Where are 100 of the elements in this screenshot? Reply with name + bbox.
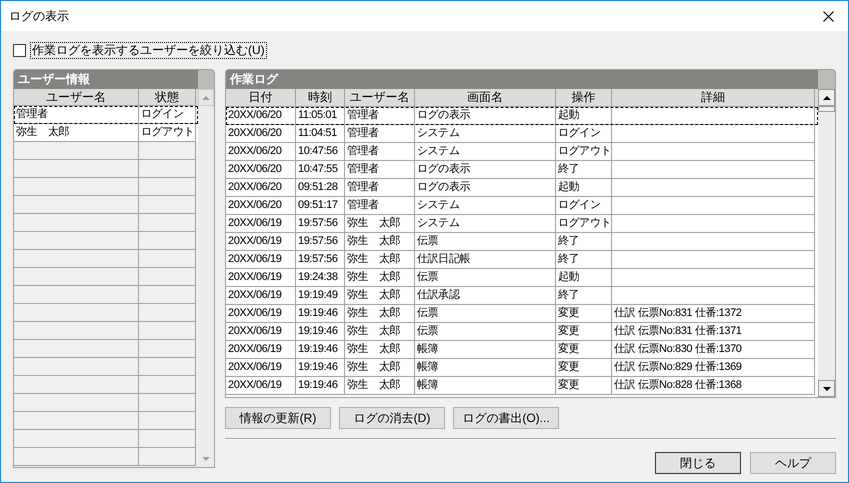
table-cell: 20XX/06/20 (228, 109, 282, 121)
table-cell: 伝票 (417, 271, 438, 283)
table-cell: 弥生 太郎 (347, 343, 400, 355)
down-arrow-icon (202, 456, 210, 460)
table-cell: 弥生 太郎 (347, 271, 400, 283)
table-row[interactable]: 20XX/06/19 19:19:46 弥生 太郎 帳簿 変更 仕訳 伝票No:828 仕番:1368 (226, 377, 818, 395)
table-cell: 19:19:49 (298, 289, 338, 301)
table-cell: 09:51:17 (298, 199, 338, 211)
table-cell: 19:19:46 (298, 325, 338, 337)
table-row[interactable]: 20XX/06/20 11:04:51 管理者 システム ログイン (226, 125, 818, 143)
table-cell: 弥生 太郎 (16, 126, 70, 138)
down-arrow-icon (822, 386, 830, 390)
table-cell: 20XX/06/19 (228, 343, 282, 355)
table-cell: 仕訳日記帳 (417, 253, 470, 265)
table-row[interactable]: 20XX/06/19 19:57:56 弥生 太郎 伝票 終了 (226, 233, 818, 251)
table-cell: 19:19:46 (298, 343, 338, 355)
dialog-button[interactable]: ヘルプ (750, 452, 836, 474)
table-cell: 起動 (558, 271, 580, 283)
scrollbar[interactable] (818, 89, 835, 397)
table-row[interactable]: 20XX/06/20 09:51:17 管理者 システム ログイン (226, 197, 818, 215)
table-cell: ログの表示 (417, 109, 470, 121)
table-cell: 仕訳 伝票No:830 仕番:1370 (614, 343, 742, 355)
table-cell: ログイン (558, 127, 600, 139)
table-cell: 20XX/06/19 (228, 217, 282, 229)
table-cell: 伝票 (417, 235, 438, 247)
table-cell: 管理者 (347, 163, 379, 175)
panel-title: 作業ログ (228, 71, 280, 88)
table-cell: 管理者 (16, 108, 48, 120)
table-cell: 20XX/06/20 (228, 145, 282, 157)
table-cell: 変更 (558, 361, 580, 373)
table-cell: 20XX/06/19 (228, 307, 282, 319)
table-row[interactable]: 20XX/06/19 19:57:56 弥生 太郎 仕訳日記帳 終了 (226, 251, 818, 269)
window-title: ログの表示 (9, 8, 69, 25)
table-cell: 変更 (558, 307, 580, 319)
table-row[interactable]: 20XX/06/20 09:51:28 管理者 ログの表示 起動 (226, 179, 818, 197)
table-cell: システム (417, 145, 460, 157)
table-row[interactable]: 20XX/06/20 10:47:56 管理者 システム ログアウト (226, 143, 818, 161)
checkbox-label[interactable]: 作業ログを表示するユーザーを絞り込む(U) (30, 42, 267, 58)
action-button[interactable]: 情報の更新(R) (225, 407, 331, 429)
table-cell: 仕訳 伝票No:831 仕番:1371 (614, 325, 742, 337)
scroll-up-button[interactable] (818, 89, 835, 106)
action-button[interactable]: ログの消去(D) (339, 407, 445, 429)
scroll-down-button[interactable] (818, 380, 835, 397)
scroll-thumb[interactable] (818, 106, 835, 112)
table-row[interactable]: 20XX/06/19 19:19:46 弥生 太郎 伝票 変更 仕訳 伝票No:831 仕番:1372 (226, 305, 818, 323)
table-cell: 帳簿 (417, 343, 438, 355)
dialog-button[interactable]: 閉じる (655, 452, 741, 474)
table-row[interactable]: 20XX/06/19 19:19:46 弥生 太郎 伝票 変更 仕訳 伝票No:831 仕番:1371 (226, 323, 818, 341)
table-row[interactable]: 弥生 太郎 ログアウト (14, 124, 198, 142)
table-cell: 弥生 太郎 (347, 361, 400, 373)
table-cell: 20XX/06/19 (228, 361, 282, 373)
table-row[interactable]: 20XX/06/19 19:24:38 弥生 太郎 伝票 起動 (226, 269, 818, 287)
table-cell: 20XX/06/19 (228, 253, 282, 265)
table-cell: ログアウト (558, 145, 612, 157)
table-cell: 10:47:55 (298, 163, 338, 175)
action-button[interactable]: ログの書出(O)... (453, 407, 559, 429)
table-cell: 09:51:28 (298, 181, 338, 193)
table-cell: 20XX/06/19 (228, 379, 282, 391)
table-cell: 伝票 (417, 325, 438, 337)
table-cell: 帳簿 (417, 379, 438, 391)
table-row[interactable]: 20XX/06/19 19:19:46 弥生 太郎 帳簿 変更 仕訳 伝票No:829 仕番:1369 (226, 359, 818, 377)
table-cell: 仕訳 伝票No:831 仕番:1372 (614, 307, 742, 319)
table-cell: 起動 (558, 109, 580, 121)
table-cell: 管理者 (347, 181, 379, 193)
table-cell: 弥生 太郎 (347, 217, 400, 229)
table-cell: 20XX/06/19 (228, 289, 282, 301)
table-cell: 仕訳 伝票No:829 仕番:1369 (614, 361, 742, 373)
table-cell: 弥生 太郎 (347, 289, 400, 301)
table-cell: ログアウト (141, 126, 194, 138)
table-cell: ログイン (558, 199, 600, 211)
table-cell: 弥生 太郎 (347, 325, 400, 337)
table-cell: ログの表示 (417, 163, 470, 175)
table-row[interactable]: 20XX/06/20 10:47:55 管理者 ログの表示 終了 (226, 161, 818, 179)
scrollbar-corner (818, 70, 835, 89)
table-cell: 20XX/06/20 (228, 127, 282, 139)
table-cell: 19:19:46 (298, 379, 338, 391)
table-row[interactable]: 管理者 ログイン (14, 106, 198, 124)
scrollbar-corner (198, 70, 214, 89)
checkbox[interactable] (13, 44, 26, 56)
table-cell: 19:57:56 (298, 253, 338, 265)
table-cell: 10:47:56 (298, 145, 338, 157)
table-row[interactable]: 20XX/06/19 19:19:49 弥生 太郎 仕訳承認 終了 (226, 287, 818, 305)
table-cell: 終了 (558, 235, 580, 247)
table-cell: 終了 (558, 163, 580, 175)
table-cell: 20XX/06/20 (228, 163, 282, 175)
table-row[interactable]: 20XX/06/20 11:05:01 管理者 ログの表示 起動 (226, 107, 818, 125)
panel-title: ユーザー情報 (17, 71, 91, 88)
table-cell: 20XX/06/19 (228, 325, 282, 337)
table-cell: 終了 (558, 253, 580, 265)
table-cell: システム (417, 217, 460, 229)
table-cell: 11:05:01 (298, 109, 337, 121)
table-row[interactable]: 20XX/06/19 19:19:46 弥生 太郎 帳簿 変更 仕訳 伝票No:830 仕番:1370 (226, 341, 818, 359)
table-cell: 伝票 (417, 307, 438, 319)
table-cell: システム (417, 199, 460, 211)
table-cell: ログイン (141, 108, 184, 120)
table-cell: 20XX/06/19 (228, 271, 282, 283)
table-row[interactable]: 20XX/06/19 19:57:56 弥生 太郎 システム ログアウト (226, 215, 818, 233)
table-cell: 仕訳承認 (417, 289, 460, 301)
table-cell: 帳簿 (417, 361, 438, 373)
table-cell: 終了 (558, 289, 580, 301)
